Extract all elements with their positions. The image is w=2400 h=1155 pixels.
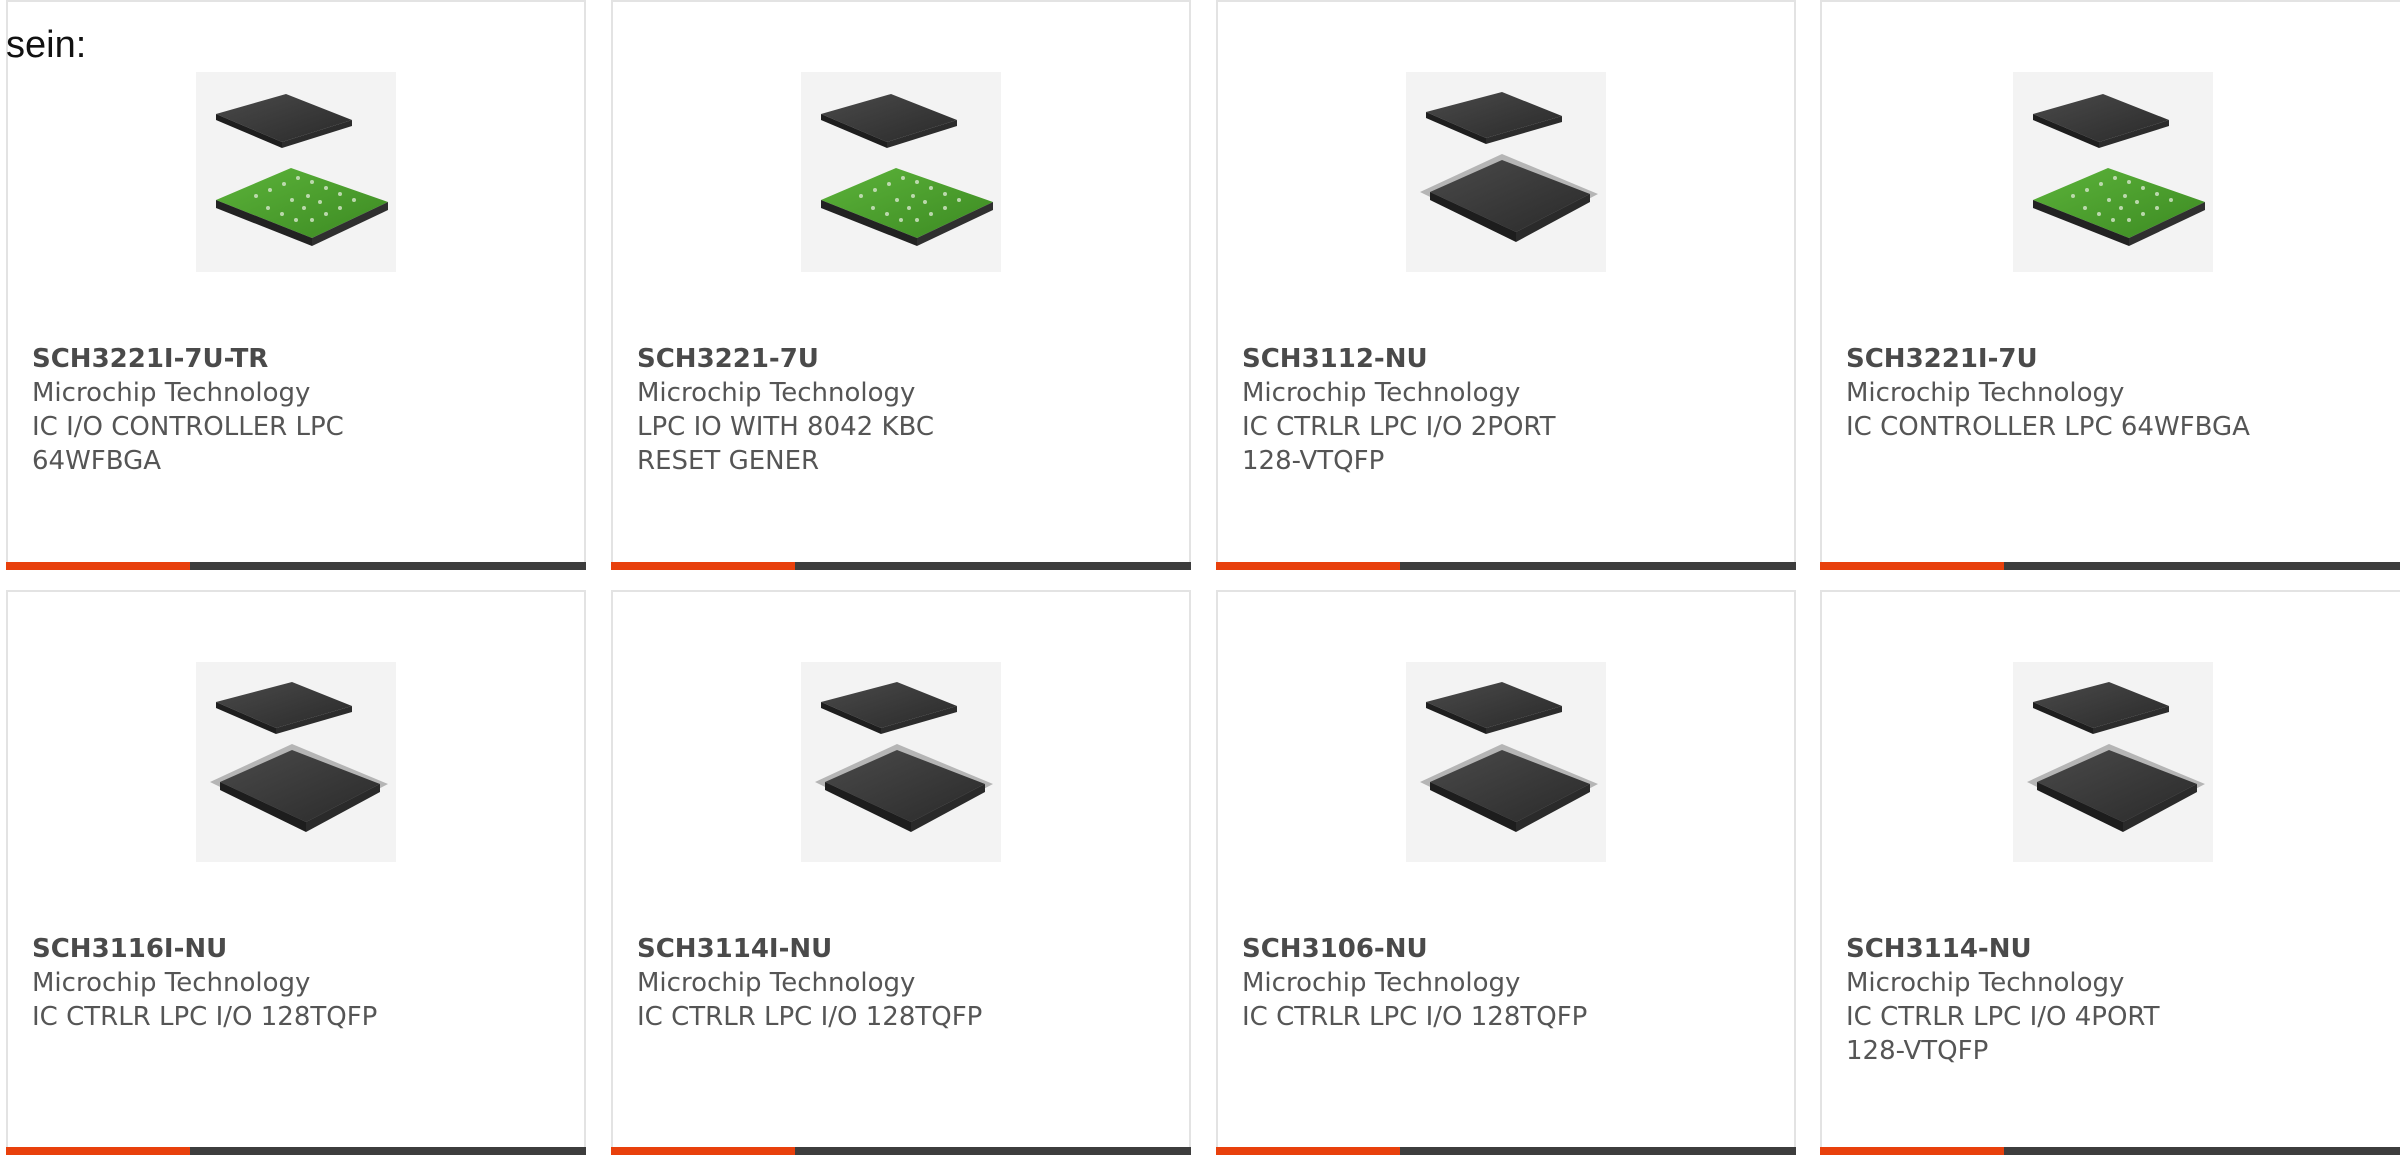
- description: IC CTRLR LPC I/O 128TQFP: [32, 1002, 378, 1032]
- product-info: SCH3221-7U Microchip Technology LPC IO W…: [637, 342, 1165, 478]
- product-info: SCH3221I-7U Microchip Technology IC CONT…: [1846, 342, 2380, 444]
- qfp-chip-icon[interactable]: [1406, 662, 1606, 862]
- card-footer-bar: [1216, 562, 1796, 570]
- part-number-link[interactable]: SCH3221-7U: [637, 342, 1165, 376]
- product-card[interactable]: SCH3221I-7U Microchip Technology IC CONT…: [1820, 0, 2400, 570]
- part-number-link[interactable]: SCH3221I-7U-TR: [32, 342, 560, 376]
- bga-chip-icon[interactable]: [196, 72, 396, 272]
- product-info: SCH3116I-NU Microchip Technology IC CTRL…: [32, 932, 560, 1034]
- part-number-link[interactable]: SCH3112-NU: [1242, 342, 1770, 376]
- product-info: SCH3112-NU Microchip Technology IC CTRLR…: [1242, 342, 1770, 478]
- manufacturer: Microchip Technology: [1846, 378, 2125, 408]
- card-accent-bar: [1820, 1147, 2004, 1155]
- qfp-chip-icon[interactable]: [2013, 662, 2213, 862]
- product-card[interactable]: SCH3221-7U Microchip Technology LPC IO W…: [611, 0, 1191, 570]
- description: IC CTRLR LPC I/O 128TQFP: [1242, 1002, 1588, 1032]
- card-accent-bar: [611, 562, 795, 570]
- card-accent-bar: [6, 1147, 190, 1155]
- part-number-link[interactable]: SCH3114-NU: [1846, 932, 2380, 966]
- product-card[interactable]: SCH3114-NU Microchip Technology IC CTRLR…: [1820, 590, 2400, 1155]
- manufacturer: Microchip Technology: [637, 968, 916, 998]
- description: LPC IO WITH 8042 KBC RESET GENER: [637, 412, 935, 476]
- product-info: SCH3221I-7U-TR Microchip Technology IC I…: [32, 342, 560, 478]
- manufacturer: Microchip Technology: [1846, 968, 2125, 998]
- description: IC CTRLR LPC I/O 128TQFP: [637, 1002, 983, 1032]
- card-accent-bar: [1820, 562, 2004, 570]
- card-footer-bar: [6, 1147, 586, 1155]
- description: IC I/O CONTROLLER LPC 64WFBGA: [32, 412, 344, 476]
- card-footer-bar: [611, 1147, 1191, 1155]
- bga-chip-icon[interactable]: [2013, 72, 2213, 272]
- product-card[interactable]: SCH3221I-7U-TR Microchip Technology IC I…: [6, 0, 586, 570]
- manufacturer: Microchip Technology: [637, 378, 916, 408]
- product-card[interactable]: SCH3112-NU Microchip Technology IC CTRLR…: [1216, 0, 1796, 570]
- product-info: SCH3106-NU Microchip Technology IC CTRLR…: [1242, 932, 1770, 1034]
- product-info: SCH3114-NU Microchip Technology IC CTRLR…: [1846, 932, 2380, 1068]
- card-footer-bar: [1216, 1147, 1796, 1155]
- card-accent-bar: [611, 1147, 795, 1155]
- intro-text: sein:: [6, 24, 87, 66]
- card-accent-bar: [1216, 1147, 1400, 1155]
- card-footer-bar: [1820, 1147, 2400, 1155]
- manufacturer: Microchip Technology: [32, 378, 311, 408]
- card-footer-bar: [1820, 562, 2400, 570]
- product-grid: SCH3221I-7U-TR Microchip Technology IC I…: [6, 0, 2400, 1155]
- manufacturer: Microchip Technology: [32, 968, 311, 998]
- product-card[interactable]: SCH3114I-NU Microchip Technology IC CTRL…: [611, 590, 1191, 1155]
- qfp-chip-icon[interactable]: [196, 662, 396, 862]
- part-number-link[interactable]: SCH3116I-NU: [32, 932, 560, 966]
- part-number-link[interactable]: SCH3114I-NU: [637, 932, 1165, 966]
- manufacturer: Microchip Technology: [1242, 968, 1521, 998]
- manufacturer: Microchip Technology: [1242, 378, 1521, 408]
- part-number-link[interactable]: SCH3221I-7U: [1846, 342, 2380, 376]
- part-number-link[interactable]: SCH3106-NU: [1242, 932, 1770, 966]
- qfp-chip-icon[interactable]: [801, 662, 1001, 862]
- description: IC CTRLR LPC I/O 4PORT 128-VTQFP: [1846, 1002, 2160, 1066]
- description: IC CONTROLLER LPC 64WFBGA: [1846, 412, 2250, 442]
- qfp-chip-icon[interactable]: [1406, 72, 1606, 272]
- card-footer-bar: [6, 562, 586, 570]
- card-footer-bar: [611, 562, 1191, 570]
- bga-chip-icon[interactable]: [801, 72, 1001, 272]
- description: IC CTRLR LPC I/O 2PORT 128-VTQFP: [1242, 412, 1556, 476]
- product-card[interactable]: SCH3116I-NU Microchip Technology IC CTRL…: [6, 590, 586, 1155]
- card-accent-bar: [1216, 562, 1400, 570]
- product-card[interactable]: SCH3106-NU Microchip Technology IC CTRLR…: [1216, 590, 1796, 1155]
- card-accent-bar: [6, 562, 190, 570]
- product-info: SCH3114I-NU Microchip Technology IC CTRL…: [637, 932, 1165, 1034]
